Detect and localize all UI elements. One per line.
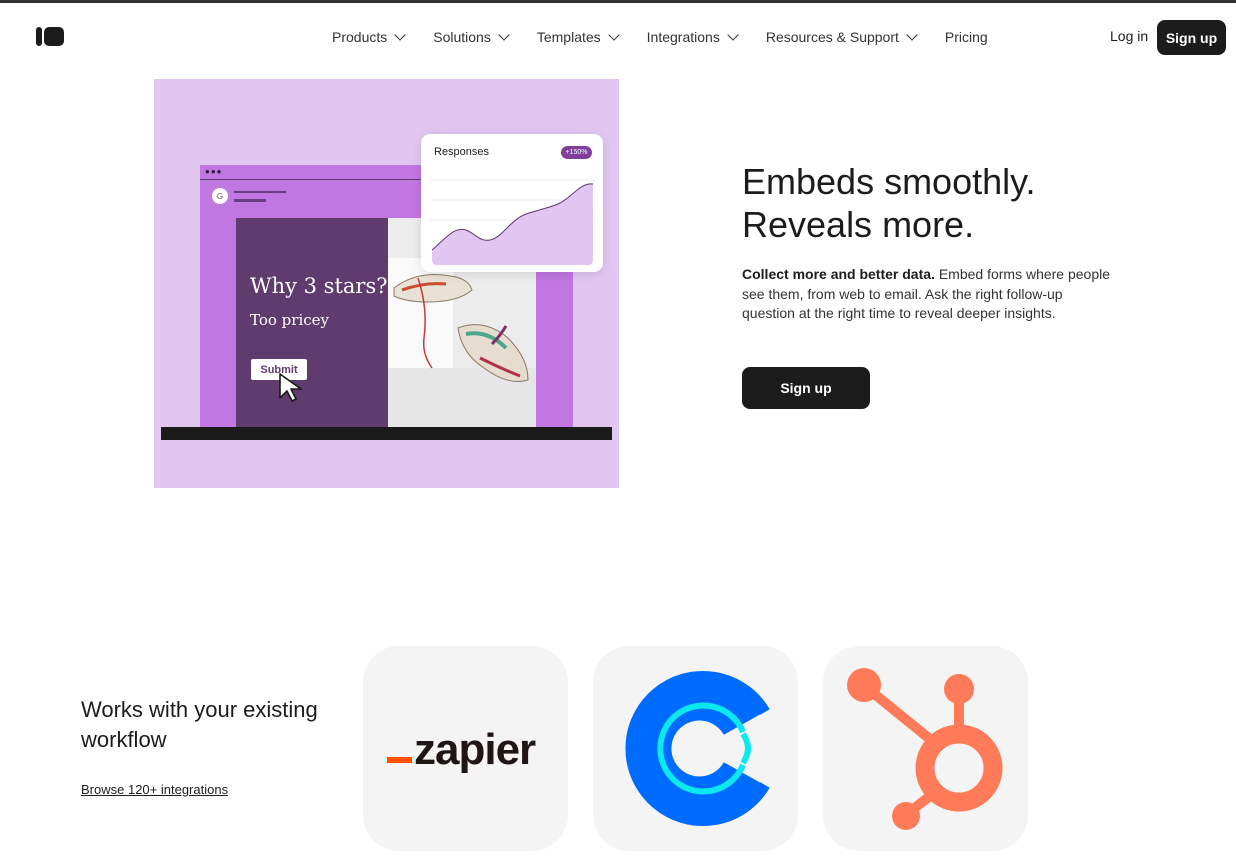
top-border [0,0,1236,3]
typeform-logo[interactable] [36,27,64,46]
nav-templates-label: Templates [536,29,601,45]
nav-integrations[interactable]: Integrations [646,29,739,45]
placeholder-line [234,199,266,202]
nav-solutions[interactable]: Solutions [433,29,510,45]
logo-bar [36,27,42,46]
responses-chart [430,179,595,265]
nav-resources-support[interactable]: Resources & Support [765,29,918,45]
nav-pricing-label: Pricing [944,29,988,45]
zapier-tile[interactable]: zapier [363,646,568,851]
responses-card: Responses +150% [421,134,603,272]
login-link[interactable]: Log in [1110,28,1148,44]
hero-headline-line2: Reveals more. [742,204,975,245]
nav-solutions-label: Solutions [433,29,491,45]
signup-button-hero[interactable]: Sign up [742,367,870,409]
calendly-tile[interactable] [593,646,798,851]
nav-integrations-label: Integrations [646,29,720,45]
zapier-dash [387,757,412,763]
form-answer: Too pricey [250,311,329,329]
embed-illustration: ●●● G Why 3 stars? Too pricey Submit Res… [154,79,619,488]
chevron-down-icon [394,29,406,41]
chevron-down-icon [727,29,739,41]
main-nav: Products Solutions Templates Integration… [332,27,1017,47]
browse-integrations-link[interactable]: Browse 120+ integrations [81,782,228,797]
nav-resources-label: Resources & Support [765,29,899,45]
signup-button-header[interactable]: Sign up [1157,20,1226,55]
nav-pricing[interactable]: Pricing [945,29,988,45]
form-panel: Why 3 stars? Too pricey Submit [236,218,388,428]
calendly-logo-icon [625,671,770,826]
zapier-wordmark: zapier [414,725,536,774]
form-question: Why 3 stars? [250,274,388,298]
integrations-title: Works with your existing workflow [81,697,318,752]
nav-products[interactable]: Products [332,29,406,45]
chevron-down-icon [906,29,918,41]
laptop-base [161,427,612,440]
chevron-down-icon [498,29,510,41]
nav-templates[interactable]: Templates [536,29,620,45]
responses-card-title: Responses [434,146,490,158]
hero-description: Collect more and better data. Embed form… [742,265,1112,324]
zapier-logo: zapier [387,725,536,774]
growth-badge: +150% [561,146,592,159]
chevron-down-icon [607,29,620,41]
window-dots-icon: ●●● [205,167,223,176]
nav-products-label: Products [332,29,388,45]
cursor-arrow-icon [279,373,302,402]
logo-pill [44,27,64,46]
hubspot-tile[interactable] [823,646,1028,851]
hero-description-bold: Collect more and better data. [742,266,935,282]
hubspot-logo-icon [847,668,1003,830]
hero-headline-line1: Embeds smoothly. [742,161,1036,202]
avatar: G [212,188,228,204]
placeholder-line [234,191,286,193]
hero-headline: Embeds smoothly. Reveals more. [742,160,1035,246]
